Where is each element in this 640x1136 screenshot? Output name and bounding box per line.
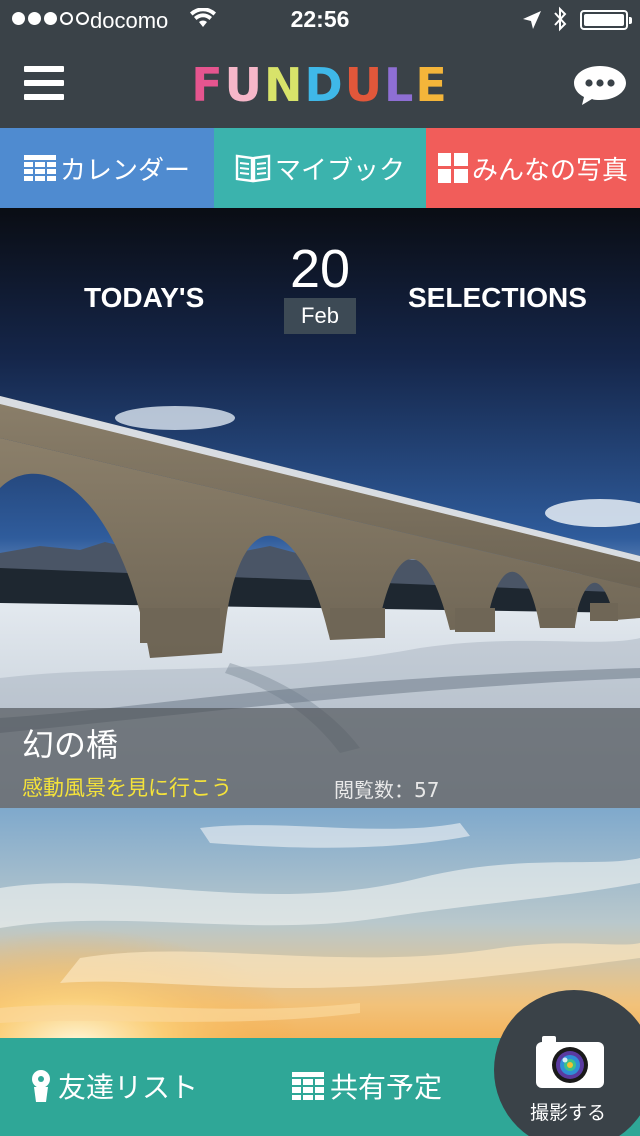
tab-calendar-label: カレンダー: [59, 155, 190, 186]
friends-list-button[interactable]: 友達リスト: [30, 1066, 198, 1106]
selections-label: SELECTIONS: [408, 282, 587, 313]
app-header: FUNDULE: [0, 40, 640, 128]
fundule-logo: FUNDULE: [191, 58, 449, 112]
book-icon: [235, 154, 271, 183]
feature-subtitle: 感動風景を見に行こう: [22, 776, 232, 800]
tab-everyones-photos[interactable]: みんなの写真: [426, 128, 640, 208]
calendar-grid-icon: [292, 1072, 324, 1100]
featured-selection-card[interactable]: TODAY'S 20 Feb SELECTIONS 幻の橋 感動風景を見に行こう…: [0, 208, 640, 808]
feature-caption: 幻の橋 感動風景を見に行こう 閲覧数：57: [0, 708, 640, 808]
today-selections-header: TODAY'S 20 Feb SELECTIONS: [0, 208, 640, 348]
todays-label: TODAY'S: [84, 282, 205, 313]
bluetooth-icon: [554, 6, 567, 32]
shared-schedule-button[interactable]: 共有予定: [292, 1066, 442, 1106]
tab-photos-label: みんなの写真: [471, 155, 628, 186]
tab-mybook-label: マイブック: [274, 155, 405, 186]
photo-grid-icon: [437, 153, 468, 183]
camera-label: 撮影する: [530, 1102, 607, 1124]
tab-calendar[interactable]: カレンダー: [0, 128, 214, 208]
calendar-grid-icon: [23, 155, 56, 181]
date-month: Feb: [284, 298, 356, 334]
status-bar: docomo 22:56: [0, 0, 640, 40]
chat-bubble-icon[interactable]: [572, 64, 628, 106]
person-icon: [32, 1070, 50, 1102]
battery-icon: [580, 10, 632, 30]
feature-title: 幻の橋: [22, 726, 119, 764]
date-day: 20: [289, 239, 351, 299]
camera-icon: [536, 1036, 604, 1088]
status-time: 22:56: [290, 6, 350, 32]
friends-list-label: 友達リスト: [58, 1071, 199, 1104]
main-tabs: カレンダー マイブック みんなの写真: [0, 128, 640, 208]
location-arrow-icon: [523, 11, 541, 29]
shared-schedule-label: 共有予定: [330, 1071, 443, 1104]
view-count: 閲覧数：57: [334, 778, 440, 802]
tab-mybook[interactable]: マイブック: [214, 128, 426, 208]
